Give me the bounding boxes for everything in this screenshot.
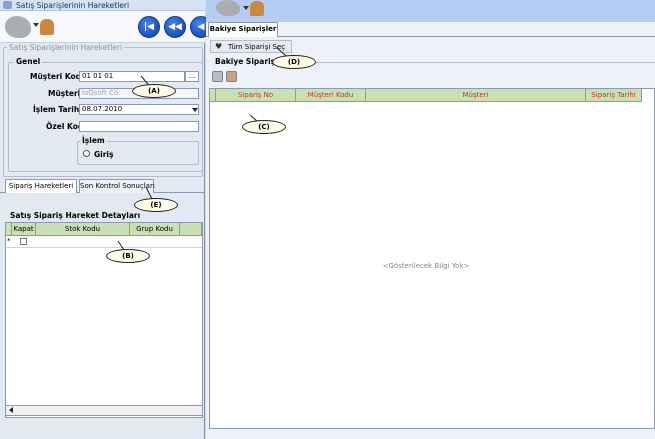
blob-icon-right[interactable] [216, 0, 240, 16]
scroll-left-icon[interactable] [9, 407, 13, 413]
detail-grid: Kapat Stok Kodu Grup Kodu * [5, 222, 203, 418]
col-order-no[interactable]: Sipariş No [216, 89, 296, 102]
col-close[interactable]: Kapat [12, 223, 36, 236]
customer-label: Müşteri [48, 89, 81, 98]
callout-a: (A) [132, 84, 176, 98]
empty-message: <Gösterilecek Bilgi Yok> [382, 262, 470, 270]
header-section-title: Satış Siparişlerinin Hareketleri [7, 43, 125, 52]
entry-label: Giriş [94, 150, 114, 159]
new-row-checkbox[interactable] [20, 238, 27, 245]
special-code-input[interactable] [79, 121, 199, 132]
app-icon [3, 1, 12, 9]
callout-b: (B) [106, 249, 150, 263]
right-toolbar [206, 0, 655, 22]
customer-code-lookup-button[interactable]: ... [185, 71, 199, 82]
special-code-label: Özel Kod [46, 122, 84, 131]
chevron-down-icon[interactable] [33, 23, 39, 27]
col-stock-code[interactable]: Stok Kodu [36, 223, 130, 236]
grid-tool-icon-2[interactable] [226, 71, 237, 82]
blob-icon[interactable] [5, 16, 31, 38]
select-all-orders-button[interactable]: ♥ Tüm Siparişi Seç [210, 40, 292, 53]
right-window: Bakiye Siparişler ♥ Tüm Siparişi Seç Bak… [206, 0, 655, 439]
customer-code-input[interactable]: 01 01 01 [79, 71, 185, 82]
callout-d: (D) [272, 55, 316, 69]
dropdown-icon[interactable] [192, 108, 198, 112]
col-customer-code[interactable]: Müşteri Kodu [296, 89, 366, 102]
first-record-icon[interactable]: |◀ [138, 16, 160, 38]
col-order-date[interactable]: Sipariş Tarihi [586, 89, 642, 102]
detail-title: Satış Sipariş Hareket Detayları [8, 211, 143, 220]
customer-code-label: Müşteri Kodu [30, 72, 87, 81]
balance-section-title: Bakiye Sipariş [213, 57, 278, 66]
chevron-down-icon-right[interactable] [243, 6, 249, 10]
tab-order-transactions[interactable]: Sipariş Hareketleri [5, 179, 77, 193]
genel-title: Genel [14, 57, 43, 66]
heart-icon: ♥ [215, 42, 223, 51]
col-customer[interactable]: Müşteri [366, 89, 586, 102]
left-title-bar: Satış Siparişlerinin Hareketleri [0, 0, 205, 11]
tool-icon[interactable] [40, 19, 54, 35]
col-extra [180, 223, 202, 236]
tab-final-check-results[interactable]: Son Kontrol Sonuçları [79, 179, 155, 193]
callout-e: (E) [134, 198, 178, 212]
callout-c: (C) [242, 120, 286, 134]
window-title: Satış Siparişlerinin Hareketleri [16, 1, 130, 10]
radio-entry[interactable] [83, 150, 90, 157]
left-window: Satış Siparişlerinin Hareketleri |◀ ◀◀ ◀… [0, 0, 212, 439]
tool-icon-right[interactable] [250, 1, 264, 16]
transaction-group-title: İşlem [80, 136, 107, 145]
section-rule [276, 62, 655, 63]
tab-balance-orders[interactable]: Bakiye Siparişler [208, 22, 278, 37]
left-toolbar: |◀ ◀◀ ◀ [0, 11, 212, 43]
select-all-orders-label: Tüm Siparişi Seç [228, 43, 286, 51]
transaction-date-input[interactable]: 08.07.2010 [79, 104, 199, 115]
horizontal-scrollbar[interactable] [5, 405, 203, 416]
balance-grid: Sipariş No Müşteri Kodu Müşteri Sipariş … [209, 88, 655, 429]
col-group-code[interactable]: Grup Kodu [130, 223, 180, 236]
new-row-line [6, 247, 202, 248]
transaction-date-label: İşlem Tarihi [33, 105, 82, 114]
new-row-marker: * [7, 237, 11, 245]
previous-record-icon[interactable]: ◀◀ [164, 16, 186, 38]
grid-tool-icon-1[interactable] [212, 71, 223, 82]
